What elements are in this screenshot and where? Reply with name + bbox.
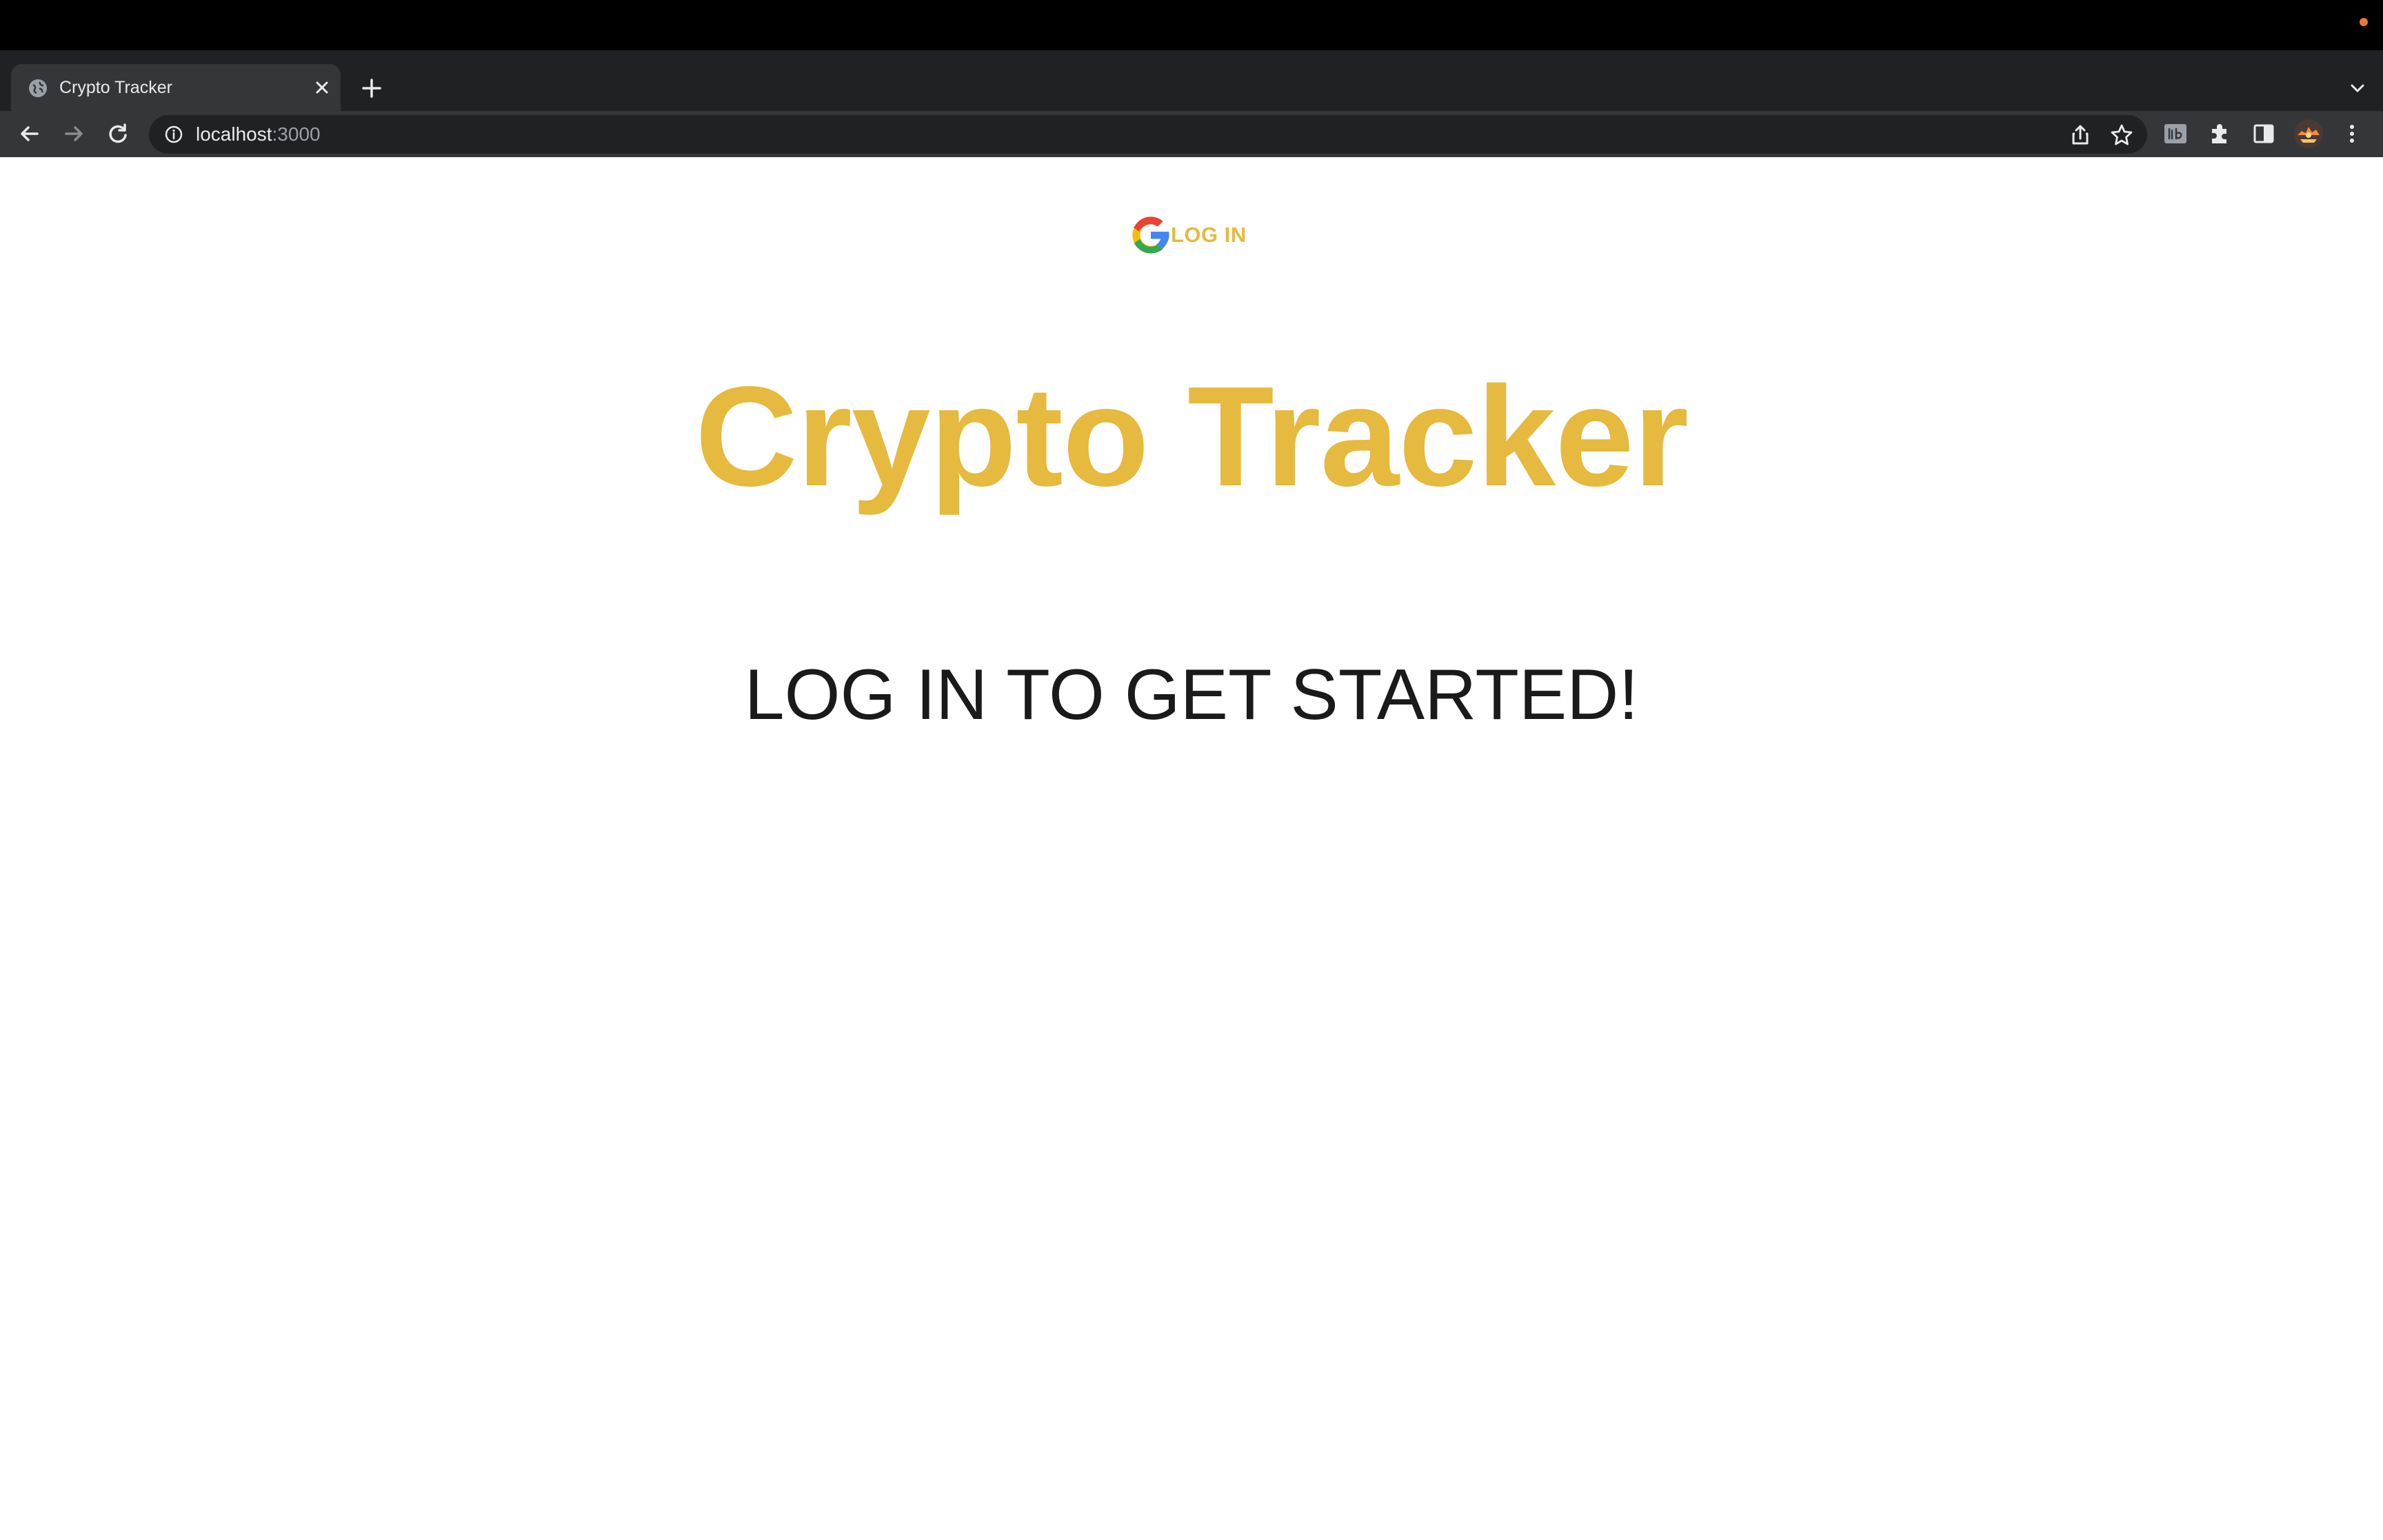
system-top-bar xyxy=(0,0,2383,50)
login-prompt: LOG IN TO GET STARTED! xyxy=(744,655,1639,735)
tab-strip: Crypto Tracker xyxy=(0,50,2383,111)
side-panel-icon[interactable] xyxy=(2251,121,2277,147)
browser-tab[interactable]: Crypto Tracker xyxy=(11,64,341,111)
close-icon[interactable] xyxy=(310,76,334,99)
tab-title: Crypto Tracker xyxy=(59,78,172,97)
browser-toolbar: localhost:3000 xyxy=(0,111,2383,157)
address-bar[interactable]: localhost:3000 xyxy=(149,115,2147,154)
url-port: :3000 xyxy=(272,123,321,145)
info-icon[interactable] xyxy=(164,125,183,144)
google-g-icon xyxy=(1132,216,1169,254)
extension-badge-icon[interactable] xyxy=(2162,121,2189,147)
avatar[interactable] xyxy=(2293,119,2324,149)
page-content: LOG IN Crypto Tracker LOG IN TO GET STAR… xyxy=(0,157,2383,1540)
reload-icon[interactable] xyxy=(105,121,131,147)
share-icon[interactable] xyxy=(2067,122,2093,148)
recording-indicator xyxy=(2360,18,2368,26)
globe-icon xyxy=(29,79,47,97)
plus-icon[interactable] xyxy=(356,73,387,103)
arrow-left-icon[interactable] xyxy=(17,121,43,147)
arrow-right-icon[interactable] xyxy=(61,121,87,147)
kebab-menu-icon[interactable] xyxy=(2339,121,2365,147)
puzzle-icon[interactable] xyxy=(2206,121,2233,147)
login-button-label: LOG IN xyxy=(1171,223,1247,247)
url-text: localhost:3000 xyxy=(196,123,321,145)
url-host: localhost xyxy=(196,123,272,145)
page-title: Crypto Tracker xyxy=(694,357,1689,516)
google-login-button[interactable]: LOG IN xyxy=(1131,215,1247,255)
star-icon[interactable] xyxy=(2109,122,2135,148)
chevron-down-icon[interactable] xyxy=(2347,78,2368,99)
